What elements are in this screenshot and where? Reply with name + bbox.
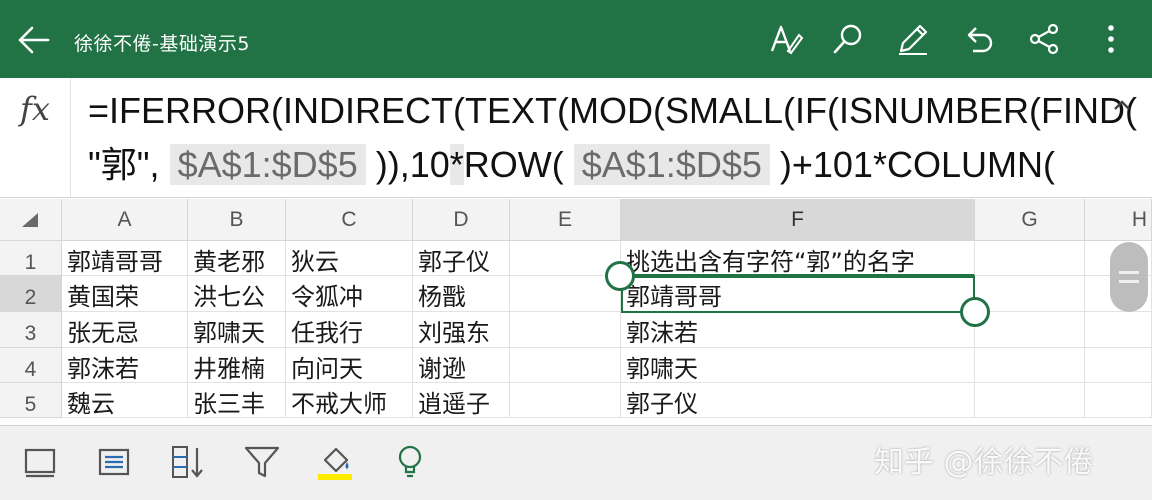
more-icon[interactable] xyxy=(1093,21,1129,57)
row-header-1[interactable]: 1 xyxy=(0,241,62,276)
cell-b1[interactable]: 黄老邪 xyxy=(188,241,286,276)
selection-handle-top-left[interactable] xyxy=(605,261,635,291)
selection-handle-bottom-right[interactable] xyxy=(960,297,990,327)
cell-h3[interactable] xyxy=(1085,312,1152,348)
formula-text: "郭", xyxy=(88,144,170,185)
watermark: 知乎 @徐徐不倦 xyxy=(874,445,1094,480)
cell-a1[interactable]: 郭靖哥哥 xyxy=(62,241,188,276)
column-header-d[interactable]: D xyxy=(413,199,510,241)
row-header-2[interactable]: 2 xyxy=(0,276,62,312)
lightbulb-icon[interactable] xyxy=(390,442,430,482)
cell-e2[interactable] xyxy=(510,276,621,312)
cell-e5[interactable] xyxy=(510,383,621,418)
formula-line-2: "郭", $A$1:$D$5 )),10*ROW( $A$1:$D$5 )+10… xyxy=(88,138,1098,192)
formula-range-reference[interactable]: $A$1:$D$5 xyxy=(573,144,770,185)
cell-e4[interactable] xyxy=(510,348,621,383)
column-header-h[interactable]: H xyxy=(1085,199,1152,241)
back-arrow-icon[interactable] xyxy=(14,22,54,58)
cell-h4[interactable] xyxy=(1085,348,1152,383)
row-header-5[interactable]: 5 xyxy=(0,383,62,418)
share-icon[interactable] xyxy=(1026,21,1062,57)
row-header-3[interactable]: 3 xyxy=(0,312,62,348)
cell-b3[interactable]: 郭啸天 xyxy=(188,312,286,348)
search-icon[interactable] xyxy=(831,21,867,57)
formula-text: ROW( xyxy=(463,144,574,185)
cell-selection-box xyxy=(621,276,975,313)
cell-c2[interactable]: 令狐冲 xyxy=(286,276,413,312)
cell-f1[interactable]: 挑选出含有字符“郭”的名字 xyxy=(621,241,975,276)
cell-c4[interactable]: 向问天 xyxy=(286,348,413,383)
formula-operator: * xyxy=(449,144,464,185)
undo-icon[interactable] xyxy=(961,21,997,57)
cell-g3[interactable] xyxy=(975,312,1085,348)
formula-text: )+101*COLUMN( xyxy=(769,144,1055,185)
vertical-scrollbar-thumb[interactable] xyxy=(1110,242,1148,312)
column-header-c[interactable]: C xyxy=(286,199,413,241)
cell-a5[interactable]: 魏云 xyxy=(62,383,188,418)
fill-color-icon[interactable] xyxy=(316,442,356,482)
title-bar: 徐徐不倦-基础演示5 xyxy=(0,0,1152,78)
cell-e3[interactable] xyxy=(510,312,621,348)
column-header-e[interactable]: E xyxy=(510,199,621,241)
cell-g2[interactable] xyxy=(975,276,1085,312)
cell-d2[interactable]: 杨戬 xyxy=(413,276,510,312)
cell-c3[interactable]: 任我行 xyxy=(286,312,413,348)
column-header-b[interactable]: B xyxy=(188,199,286,241)
formula-range-reference[interactable]: $A$1:$D$5 xyxy=(169,144,366,185)
select-all-corner[interactable] xyxy=(0,199,62,241)
cell-f3[interactable]: 郭沫若 xyxy=(621,312,975,348)
cell-a4[interactable]: 郭沫若 xyxy=(62,348,188,383)
cell-f4[interactable]: 郭啸天 xyxy=(621,348,975,383)
cell-f5[interactable]: 郭子仪 xyxy=(621,383,975,418)
wrap-text-icon[interactable] xyxy=(94,442,134,482)
formula-text: )),10 xyxy=(365,144,450,185)
cell-d1[interactable]: 郭子仪 xyxy=(413,241,510,276)
document-title: 徐徐不倦-基础演示5 xyxy=(74,33,250,55)
cell-d3[interactable]: 刘强东 xyxy=(413,312,510,348)
cell-d4[interactable]: 谢逊 xyxy=(413,348,510,383)
fx-label: fx xyxy=(20,90,50,128)
cell-e1[interactable] xyxy=(510,241,621,276)
cell-a2[interactable]: 黄国荣 xyxy=(62,276,188,312)
column-header-f[interactable]: F xyxy=(621,199,975,241)
filter-icon[interactable] xyxy=(242,442,282,482)
cell-d5[interactable]: 逍遥子 xyxy=(413,383,510,418)
cell-border-icon[interactable] xyxy=(20,442,60,482)
cell-a3[interactable]: 张无忌 xyxy=(62,312,188,348)
column-header-g[interactable]: G xyxy=(975,199,1085,241)
formula-input[interactable]: =IFERROR(INDIRECT(TEXT(MOD(SMALL(IF(ISNU… xyxy=(88,84,1137,192)
cell-g5[interactable] xyxy=(975,383,1085,418)
formula-divider xyxy=(70,78,71,198)
cell-b2[interactable]: 洪七公 xyxy=(188,276,286,312)
text-pen-icon[interactable] xyxy=(768,21,804,57)
row-header-4[interactable]: 4 xyxy=(0,348,62,383)
cell-c5[interactable]: 不戒大师 xyxy=(286,383,413,418)
cell-g1[interactable] xyxy=(975,241,1085,276)
column-header-a[interactable]: A xyxy=(62,199,188,241)
cell-b5[interactable]: 张三丰 xyxy=(188,383,286,418)
draw-pen-icon[interactable] xyxy=(895,21,931,57)
chevron-up-icon[interactable] xyxy=(1108,92,1136,120)
cell-g4[interactable] xyxy=(975,348,1085,383)
corner-triangle-icon xyxy=(22,213,38,227)
cell-h5[interactable] xyxy=(1085,383,1152,418)
formula-line-1: =IFERROR(INDIRECT(TEXT(MOD(SMALL(IF(ISNU… xyxy=(88,90,1137,131)
sort-icon[interactable] xyxy=(168,442,208,482)
cell-b4[interactable]: 井雅楠 xyxy=(188,348,286,383)
cell-c1[interactable]: 狄云 xyxy=(286,241,413,276)
